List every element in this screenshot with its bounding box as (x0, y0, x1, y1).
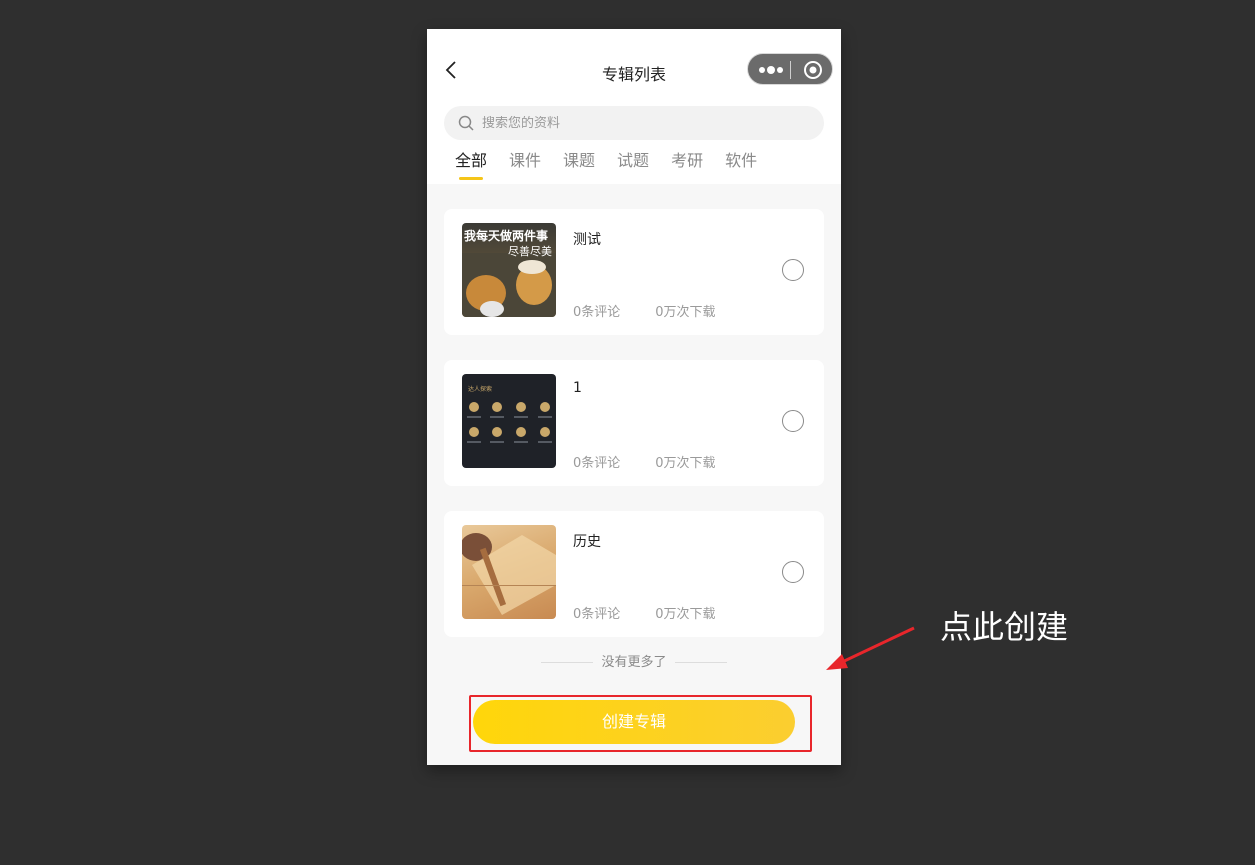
top-header: 专辑列表 搜索您的资料 全部 课件 课题 试题 考研 软件 (427, 29, 841, 184)
divider-line (674, 662, 727, 663)
category-tabs: 全部 课件 课题 试题 考研 软件 (455, 150, 779, 180)
tab-courseware[interactable]: 课件 (509, 150, 541, 180)
search-bar[interactable] (444, 106, 824, 140)
tab-label: 全部 (455, 151, 488, 170)
annotation-highlight-box (469, 695, 812, 752)
divider-line (541, 662, 594, 663)
tab-exams[interactable]: 试题 (617, 150, 649, 180)
more-dots-icon (759, 66, 783, 74)
album-stats: 0条评论 0万次下载 (573, 301, 716, 320)
album-stats: 0条评论 0万次下载 (573, 603, 716, 622)
annotation-arrow-icon (826, 626, 915, 670)
album-thumbnail (462, 525, 556, 619)
end-of-list-note: 没有更多了 (427, 651, 841, 670)
comment-count: 0条评论 (573, 305, 621, 320)
tab-topics[interactable]: 课题 (563, 150, 595, 180)
tab-label: 课件 (509, 151, 542, 170)
end-note-text: 没有更多了 (601, 655, 667, 670)
select-radio[interactable] (782, 410, 804, 432)
more-button[interactable] (758, 60, 784, 80)
thumbnail-caption: 达人探索 (468, 386, 493, 393)
target-close-icon (804, 61, 822, 79)
album-title: 历史 (573, 534, 601, 550)
search-input[interactable] (482, 115, 802, 131)
album-card[interactable]: 达人探索 1 0条评论 0万次下载 (444, 360, 824, 486)
thumbnail-caption: 尽善尽美 (508, 245, 552, 258)
album-title: 测试 (573, 232, 601, 248)
album-stats: 0条评论 0万次下载 (573, 452, 716, 471)
ancient-scroll-image (462, 533, 556, 615)
tab-postgrad[interactable]: 考研 (671, 150, 703, 180)
tab-software[interactable]: 软件 (725, 150, 757, 180)
album-title: 1 (573, 380, 582, 396)
album-card[interactable]: 我每天做两件事 尽善尽美 测试 0条评论 0万次下载 (444, 209, 824, 335)
comment-count: 0条评论 (573, 607, 621, 622)
thumbnail-caption: 我每天做两件事 (464, 229, 549, 243)
tab-label: 试题 (617, 151, 650, 170)
comment-count: 0条评论 (573, 456, 621, 471)
active-tab-indicator (459, 177, 483, 180)
tab-label: 考研 (671, 151, 704, 170)
download-count: 0万次下载 (655, 607, 716, 622)
album-card[interactable]: 历史 0条评论 0万次下载 (444, 511, 824, 637)
capsule-menu (747, 53, 833, 85)
mini-program-screen: 专辑列表 搜索您的资料 全部 课件 课题 试题 考研 软件 我每天做两件事 尽善… (427, 29, 841, 765)
close-miniprogram-button[interactable] (802, 59, 824, 81)
search-icon (458, 115, 474, 131)
tab-all[interactable]: 全部 (455, 150, 487, 180)
capsule-divider (790, 61, 791, 79)
album-thumbnail: 达人探索 (462, 374, 556, 468)
album-thumbnail: 我每天做两件事 尽善尽美 (462, 223, 556, 317)
download-count: 0万次下载 (655, 305, 716, 320)
tab-label: 课题 (563, 151, 596, 170)
tab-label: 软件 (725, 151, 758, 170)
download-count: 0万次下载 (655, 456, 716, 471)
select-radio[interactable] (782, 561, 804, 583)
select-radio[interactable] (782, 259, 804, 281)
annotation-callout: 点此创建 (940, 608, 1069, 646)
